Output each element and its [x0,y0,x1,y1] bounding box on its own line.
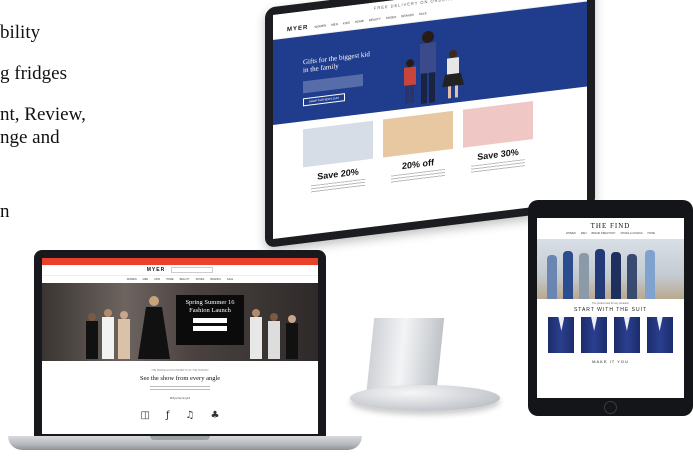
suit-figure [627,254,637,299]
nav-item[interactable]: KIDS [343,21,350,26]
hero-button-1[interactable] [193,318,227,323]
tablet-caption: The perfect look for any occasion [592,302,629,305]
monitor-logo[interactable]: MYER [287,25,308,34]
hero-title: Spring Summer 16 Fashion Launch [185,299,235,314]
suit-figure [563,251,573,299]
hero-title: Gifts for the biggest kid in the family [303,50,370,75]
suit-grid [537,313,684,353]
instagram-icon[interactable]: ◫ [141,410,150,421]
nav-item[interactable]: WOMEN [314,23,326,28]
section-paragraph [150,386,210,392]
promo-card[interactable]: Save 20% [303,120,373,198]
tablet-screen: THE FIND WOMEN MEN BRAND DIRECTORY SHOES… [537,218,684,398]
nav-item[interactable]: BRANDS [401,13,414,19]
hero-button[interactable]: SHOP FATHER'S DAY [303,93,345,107]
nav-item[interactable]: BRANDS [210,278,220,281]
suit-product[interactable] [613,317,640,353]
suit-figure [547,255,557,299]
nav-item[interactable]: BEAUTY [369,17,381,22]
section-kicker: THE MARVELLOUS MOMENTS OF THE RUNWAY [151,369,209,372]
nav-item[interactable]: HOME [647,232,655,235]
tablet-hero-photo[interactable] [537,239,684,299]
hero-button-2[interactable] [193,326,227,331]
tablet-footer-title: MAKE IT YOU [592,359,629,364]
promo-card[interactable]: 20% off [383,110,453,188]
laptop-header: MYER [42,265,318,276]
laptop-top-bar [42,258,318,265]
section-title: See the show from every angle [139,375,221,382]
laptop: MYER WOMEN MEN KIDS HOME BEAUTY SHOES BR… [34,250,326,440]
tablet-nav: WOMEN MEN BRAND DIRECTORY SHOES & ACCESS… [537,232,684,235]
suit-figure [645,250,655,299]
tablet: THE FIND WOMEN MEN BRAND DIRECTORY SHOES… [528,200,693,416]
nav-item[interactable]: KIDS [154,278,160,281]
left-text-line-4: nge and [0,127,60,148]
hero-copy [303,73,363,94]
facebook-icon[interactable]: ƒ [166,410,170,421]
laptop-hero-banner[interactable]: Spring Summer 16 Fashion Launch [42,283,318,361]
social-icons: ◫ ƒ ♫ ♣ [42,410,318,421]
promo-card-image [303,120,373,168]
suit-figure [611,252,621,299]
promo-card-image [463,101,533,148]
nav-item[interactable]: SALE [227,278,233,281]
laptop-content-section: THE MARVELLOUS MOMENTS OF THE RUNWAY See… [42,361,318,421]
nav-item[interactable]: WOMEN [566,232,576,235]
left-text-line-5: n [0,201,10,222]
nav-item[interactable]: MEN [143,278,149,281]
left-text-line-3: nt, Review, [0,104,86,125]
home-button[interactable] [604,401,617,414]
promo-card-image [383,110,453,158]
nav-item[interactable]: SHOES & ACCESS [621,232,643,235]
section-hashtag: #MyerSpring16 [169,396,191,400]
hero-overlay-box: Spring Summer 16 Fashion Launch [176,295,244,345]
nav-item[interactable]: BRAND DIRECTORY [591,232,615,235]
suit-product[interactable] [646,317,673,353]
nav-item[interactable]: SHOES [386,15,397,20]
promo-card[interactable]: Save 30% [463,101,533,178]
nav-item[interactable]: MEN [331,22,338,27]
left-text-line-2: g fridges [0,63,68,84]
laptop-logo[interactable]: MYER [147,267,165,273]
family-photo [404,30,464,104]
suit-figure [595,249,605,299]
tablet-title: THE FIND [590,222,631,230]
left-text-line-1: bility [0,22,41,43]
suit-product[interactable] [548,317,575,353]
suit-figure [579,253,589,299]
laptop-screen: MYER WOMEN MEN KIDS HOME BEAUTY SHOES BR… [42,258,318,434]
laptop-nav: WOMEN MEN KIDS HOME BEAUTY SHOES BRANDS … [42,276,318,283]
nav-item[interactable]: HOME [355,19,364,24]
monitor-base [350,385,500,411]
search-input[interactable] [171,267,214,273]
nav-item[interactable]: SALE [419,11,427,16]
nav-item[interactable]: WOMEN [127,278,137,281]
nav-item[interactable]: SHOES [196,278,205,281]
laptop-notch [150,436,210,440]
suit-product[interactable] [581,317,608,353]
snapchat-icon[interactable]: ♣ [210,410,219,421]
twitter-icon[interactable]: ♫ [186,410,195,421]
nav-item[interactable]: BEAUTY [180,278,190,281]
nav-item[interactable]: MEN [581,232,587,235]
nav-item[interactable]: HOME [166,278,174,281]
